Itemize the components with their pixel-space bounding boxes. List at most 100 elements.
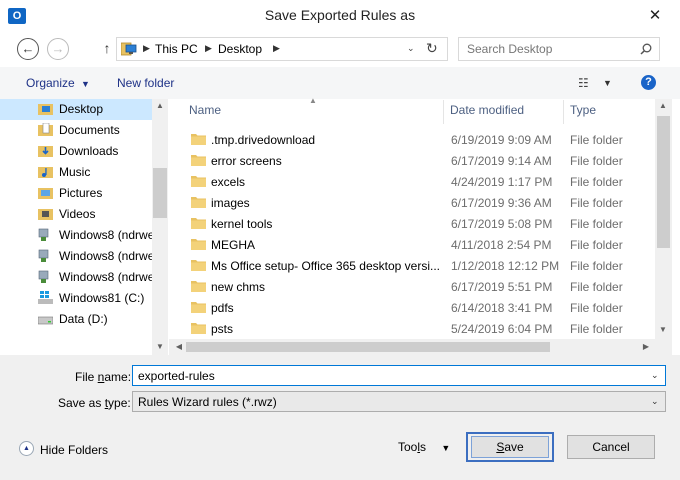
breadcrumb-this-pc[interactable]: This PC	[155, 42, 198, 56]
back-button[interactable]: ←	[17, 38, 39, 60]
nav-item[interactable]: Desktop	[0, 99, 152, 120]
chevron-down-icon[interactable]: ⌄	[651, 370, 659, 381]
scroll-right-icon[interactable]: ▶	[638, 342, 654, 351]
forward-button[interactable]: →	[47, 38, 69, 60]
nav-item-label: Windows81 (C:)	[59, 291, 145, 305]
hide-folders-icon[interactable]: ▲	[19, 441, 34, 456]
file-row[interactable]: pdfs 6/14/2018 3:41 PM File folder	[185, 298, 655, 319]
column-header-type[interactable]: Type	[570, 103, 596, 125]
file-row[interactable]: images 6/17/2019 9:36 AM File folder	[185, 193, 655, 214]
file-type: File folder	[570, 259, 623, 273]
search-box[interactable]: Search Desktop	[458, 37, 660, 61]
horizontal-scrollbar-thumb[interactable]	[186, 342, 550, 352]
column-header-date[interactable]: Date modified	[450, 103, 524, 125]
nav-item[interactable]: Windows8 (ndrwe	[0, 246, 152, 267]
view-options-icon[interactable]: ☷	[578, 76, 589, 90]
chevron-down-icon[interactable]: ⌄	[407, 43, 415, 54]
hide-folders-button[interactable]: Hide Folders	[40, 443, 108, 457]
nav-item[interactable]: Downloads	[0, 141, 152, 162]
folder-icon	[191, 281, 206, 292]
column-divider[interactable]	[563, 100, 564, 124]
scroll-up-icon[interactable]: ▲	[152, 101, 168, 110]
window-title: Save Exported Rules as	[264, 7, 416, 23]
nav-scrollbar[interactable]	[152, 99, 168, 355]
file-type: File folder	[570, 301, 623, 315]
nav-item[interactable]: Pictures	[0, 183, 152, 204]
nav-item[interactable]: Data (D:)	[0, 309, 152, 330]
file-row[interactable]: excels 4/24/2019 1:17 PM File folder	[185, 172, 655, 193]
close-button[interactable]: ✕	[632, 1, 678, 30]
downloads-folder-icon	[38, 146, 53, 157]
nav-item-label: Downloads	[59, 144, 119, 158]
file-row[interactable]: Ms Office setup- Office 365 desktop vers…	[185, 256, 655, 277]
file-date: 6/17/2019 5:08 PM	[451, 217, 553, 231]
file-name: error screens	[211, 154, 282, 168]
scroll-down-icon[interactable]: ▼	[152, 342, 168, 351]
nav-scrollbar-thumb[interactable]	[153, 168, 167, 218]
this-pc-icon	[121, 42, 137, 56]
file-name: Ms Office setup- Office 365 desktop vers…	[211, 259, 440, 273]
file-date: 6/17/2019 9:36 AM	[451, 196, 552, 210]
sort-ascending-icon: ▲	[309, 96, 317, 105]
caret-down-icon: ▼	[81, 79, 90, 89]
folder-icon	[191, 323, 206, 334]
breadcrumb-chevron-icon[interactable]: ▶	[273, 43, 280, 54]
file-date: 5/24/2019 6:04 PM	[451, 322, 553, 336]
nav-item[interactable]: Windows8 (ndrwe	[0, 225, 152, 246]
file-date: 6/14/2018 3:41 PM	[451, 301, 553, 315]
file-list-scrollbar-thumb[interactable]	[657, 116, 670, 248]
folder-icon	[191, 197, 206, 208]
chevron-down-icon[interactable]: ⌄	[651, 396, 659, 407]
file-row[interactable]: psts 5/24/2019 6:04 PM File folder	[185, 319, 655, 340]
file-row[interactable]: error screens 6/17/2019 9:14 AM File folde…	[185, 151, 655, 172]
file-row[interactable]: kernel tools 6/17/2019 5:08 PM File folder	[185, 214, 655, 235]
file-row[interactable]: new chms 6/17/2019 5:51 PM File folder	[185, 277, 655, 298]
file-name-field[interactable]: ⌄	[132, 365, 666, 386]
tools-button[interactable]: Tools ▼	[398, 440, 450, 454]
search-icon	[640, 43, 652, 55]
caret-down-icon[interactable]: ▼	[603, 78, 612, 88]
file-date: 4/24/2019 1:17 PM	[451, 175, 553, 189]
column-divider[interactable]	[443, 100, 444, 124]
folder-icon	[191, 176, 206, 187]
help-icon[interactable]: ?	[641, 75, 656, 90]
file-name: MEGHA	[211, 238, 256, 252]
scroll-up-icon[interactable]: ▲	[655, 101, 671, 110]
nav-item[interactable]: Videos	[0, 204, 152, 225]
nav-item[interactable]: Windows8 (ndrwe	[0, 267, 152, 288]
breadcrumb-chevron-icon[interactable]: ▶	[205, 43, 212, 54]
search-input[interactable]: Search Desktop	[467, 42, 552, 56]
refresh-icon[interactable]: ↻	[426, 40, 438, 57]
file-name-input[interactable]	[138, 368, 638, 383]
save-button[interactable]: Save	[466, 432, 554, 462]
nav-item[interactable]: Documents	[0, 120, 152, 141]
nav-item[interactable]: Music	[0, 162, 152, 183]
file-name: .tmp.drivedownload	[211, 133, 316, 147]
column-header-name[interactable]: Name	[189, 103, 221, 125]
scroll-left-icon[interactable]: ◀	[171, 342, 187, 351]
new-folder-button[interactable]: New folder	[117, 76, 174, 90]
file-row[interactable]: .tmp.drivedownload 6/19/2019 9:09 AM File …	[185, 130, 655, 151]
file-type: File folder	[570, 238, 623, 252]
network-drive-icon	[38, 228, 49, 241]
nav-item-label: Pictures	[59, 186, 103, 200]
nav-item-label: Windows8 (ndrwe	[59, 249, 152, 263]
nav-item-label: Videos	[59, 207, 96, 221]
cancel-button[interactable]: Cancel	[567, 435, 655, 459]
scroll-down-icon[interactable]: ▼	[655, 325, 671, 334]
file-name: psts	[211, 322, 234, 336]
close-icon: ✕	[648, 7, 662, 24]
organize-button[interactable]: Organize ▼	[26, 76, 90, 90]
file-type: File folder	[570, 175, 623, 189]
scrollbar-corner	[655, 339, 672, 355]
folder-icon	[191, 239, 206, 250]
windows-drive-icon	[38, 291, 53, 304]
nav-item[interactable]: Windows81 (C:)	[0, 288, 152, 309]
breadcrumb-chevron-icon[interactable]: ▶	[143, 43, 150, 54]
network-drive-icon	[38, 249, 49, 262]
address-bar[interactable]: ▶ This PC ▶ Desktop ▶ ⌄ ↻	[116, 37, 448, 61]
save-as-type-select[interactable]: Rules Wizard rules (*.rwz) ⌄	[132, 391, 666, 412]
breadcrumb-desktop[interactable]: Desktop	[218, 42, 262, 56]
file-row[interactable]: MEGHA 4/11/2018 2:54 PM File folder	[185, 235, 655, 256]
up-button[interactable]: ↑	[96, 38, 118, 60]
